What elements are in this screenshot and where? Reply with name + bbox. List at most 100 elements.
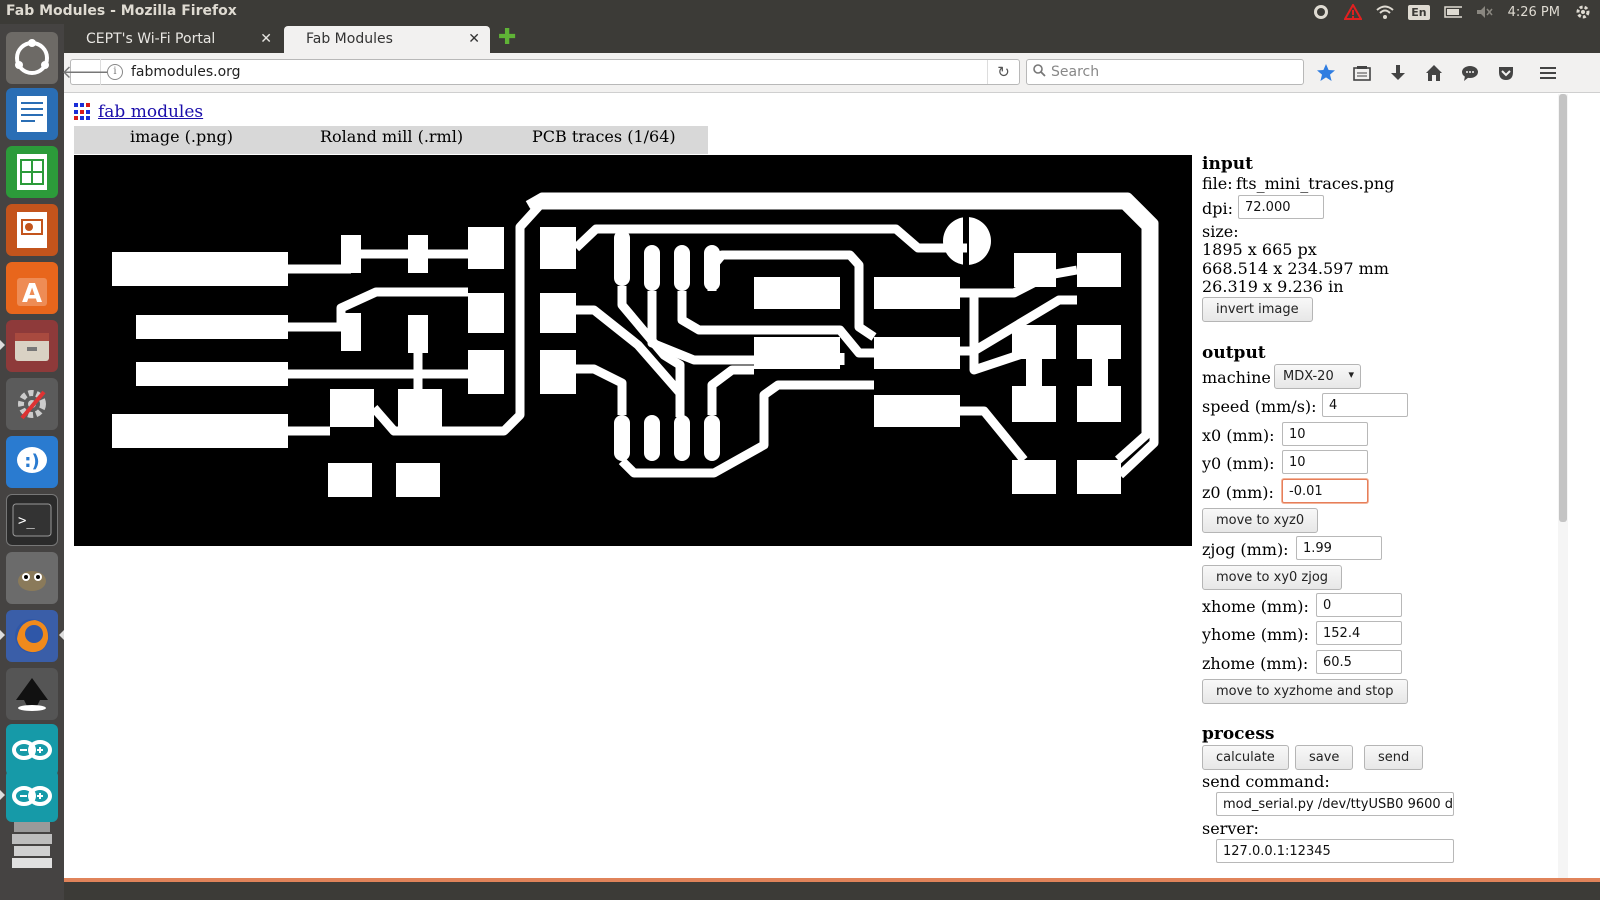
files-icon[interactable] — [6, 320, 58, 372]
close-icon[interactable]: ✕ — [468, 31, 480, 47]
reading-list-icon[interactable] — [1350, 61, 1374, 85]
file-name: fts_mini_traces.png — [1236, 174, 1395, 193]
power-gear-icon[interactable] — [1574, 4, 1592, 20]
terminal-icon[interactable]: >_ — [6, 494, 58, 546]
page-scrollbar[interactable] — [1558, 94, 1568, 880]
running-indicator — [0, 340, 5, 350]
clock[interactable]: 4:26 PM — [1508, 5, 1560, 20]
invert-image-button[interactable]: invert image — [1202, 297, 1313, 322]
zjog-input[interactable]: 1.99 — [1296, 536, 1382, 560]
warning-icon[interactable] — [1344, 4, 1363, 20]
window-edge — [1568, 94, 1600, 880]
move-to-xy0-zjog-button[interactable]: move to xy0 zjog — [1202, 565, 1343, 590]
software-center-icon[interactable]: A — [6, 262, 58, 314]
send-button[interactable]: send — [1364, 745, 1424, 770]
zhome-label: zhome (mm): — [1202, 654, 1309, 673]
yhome-input[interactable]: 152.4 — [1316, 621, 1402, 645]
navigation-toolbar: 🡐 i fabmodules.org ↻ — [61, 53, 1600, 93]
firefox-icon[interactable] — [6, 610, 58, 662]
y0-label: y0 (mm): — [1202, 454, 1275, 473]
scrollbar-thumb[interactable] — [1559, 94, 1567, 522]
size-mm: 668.514 x 234.597 mm — [1202, 259, 1389, 278]
process-heading: process — [1202, 724, 1275, 744]
chat-icon[interactable] — [1458, 61, 1482, 85]
battery-icon[interactable] — [1443, 4, 1462, 20]
arduino-icon[interactable] — [6, 770, 58, 822]
yhome-label: yhome (mm): — [1202, 625, 1309, 644]
calculate-button[interactable]: calculate — [1202, 745, 1289, 770]
svg-text:A: A — [22, 279, 42, 308]
svg-text::): :) — [24, 451, 39, 472]
output-heading: output — [1202, 343, 1266, 363]
download-icon[interactable] — [1386, 61, 1410, 85]
pidgin-icon[interactable]: :) — [6, 436, 58, 488]
speed-input[interactable]: 4 — [1322, 393, 1408, 417]
ubuntu-dash-icon[interactable] — [6, 32, 58, 84]
input-heading: input — [1202, 154, 1253, 174]
machine-select[interactable]: MDX-20 ▾ — [1274, 364, 1361, 389]
send-command-input[interactable]: mod_serial.py /dev/ttyUSB0 9600 dtr — [1216, 792, 1454, 816]
svg-text:>_: >_ — [18, 513, 35, 529]
module-tab-roland-mill[interactable]: Roland mill (.rml) — [320, 127, 463, 146]
gimp-icon[interactable] — [6, 552, 58, 604]
back-arrow-icon[interactable]: 🡐 — [61, 59, 110, 85]
send-command-label: send command: — [1202, 772, 1330, 791]
zjog-label: zjog (mm): — [1202, 540, 1289, 559]
workspaces-icon[interactable] — [6, 820, 58, 872]
system-settings-icon[interactable] — [6, 378, 58, 430]
module-tab-pcb-traces[interactable]: PCB traces (1/64) — [532, 127, 676, 146]
size-in: 26.319 x 9.236 in — [1202, 277, 1344, 296]
close-icon[interactable]: ✕ — [260, 31, 272, 47]
fab-modules-link[interactable]: fab modules — [98, 102, 203, 122]
reload-icon[interactable]: ↻ — [987, 60, 1019, 84]
tab-fab-modules[interactable]: Fab Modules ✕ — [284, 26, 490, 53]
bookmark-star-icon[interactable] — [1314, 61, 1338, 85]
url-bar[interactable]: 🡐 i fabmodules.org ↻ — [61, 59, 1020, 85]
top-panel: Fab Modules - Mozilla Firefox En 4:26 PM — [0, 0, 1600, 24]
x0-label: x0 (mm): — [1202, 426, 1275, 445]
tab-label: CEPT's Wi-Fi Portal — [86, 31, 216, 47]
keyboard-language-indicator[interactable]: En — [1408, 4, 1430, 20]
search-bar[interactable] — [1026, 59, 1304, 85]
xhome-input[interactable]: 0 — [1316, 593, 1402, 617]
zhome-input[interactable]: 60.5 — [1316, 650, 1402, 674]
module-tab-image[interactable]: image (.png) — [130, 127, 233, 146]
y0-input[interactable]: 10 — [1282, 450, 1368, 474]
file-label: file: — [1202, 174, 1233, 193]
inkscape-icon[interactable] — [6, 668, 58, 720]
impress-icon[interactable] — [6, 204, 58, 256]
module-tabs: image (.png) Roland mill (.rml) PCB trac… — [74, 126, 708, 154]
writer-icon[interactable] — [6, 88, 58, 140]
move-to-xyzhome-button[interactable]: move to xyzhome and stop — [1202, 679, 1408, 704]
wifi-icon[interactable] — [1376, 4, 1394, 20]
search-input[interactable] — [1051, 61, 1291, 83]
pocket-icon[interactable] — [1494, 61, 1518, 85]
server-input[interactable]: 127.0.0.1:12345 — [1216, 839, 1454, 863]
tab-strip: CEPT's Wi-Fi Portal ✕ Fab Modules ✕ ✚ — [64, 24, 1600, 53]
size-px: 1895 x 665 px — [1202, 240, 1317, 259]
z0-input[interactable]: -0.01 — [1282, 479, 1368, 503]
launcher: A :) >_ — [0, 24, 64, 900]
move-to-xyz0-button[interactable]: move to xyz0 — [1202, 508, 1319, 533]
dropbox-icon[interactable] — [1312, 4, 1330, 20]
running-indicator — [0, 630, 5, 640]
site-info-icon[interactable]: i — [107, 64, 123, 80]
search-icon — [1033, 64, 1046, 81]
calc-icon[interactable] — [6, 146, 58, 198]
menu-hamburger-icon[interactable] — [1536, 61, 1560, 85]
new-tab-plus-icon[interactable]: ✚ — [498, 27, 516, 49]
home-icon[interactable] — [1422, 61, 1446, 85]
dpi-label: dpi: — [1202, 199, 1233, 218]
tab-wifi-portal[interactable]: CEPT's Wi-Fi Portal ✕ — [64, 26, 282, 53]
save-button[interactable]: save — [1295, 745, 1354, 770]
machine-select-value: MDX-20 — [1283, 369, 1334, 384]
desktop-bottom-edge — [64, 882, 1600, 900]
z0-label: z0 (mm): — [1202, 483, 1274, 502]
pcb-traces-image — [74, 155, 1192, 546]
dpi-input[interactable]: 72.000 — [1238, 195, 1324, 219]
x0-input[interactable]: 10 — [1282, 422, 1368, 446]
url-text[interactable]: fabmodules.org — [131, 64, 241, 80]
arduino-icon[interactable] — [6, 724, 58, 776]
tab-label: Fab Modules — [306, 31, 393, 47]
volume-muted-icon[interactable] — [1476, 4, 1494, 20]
